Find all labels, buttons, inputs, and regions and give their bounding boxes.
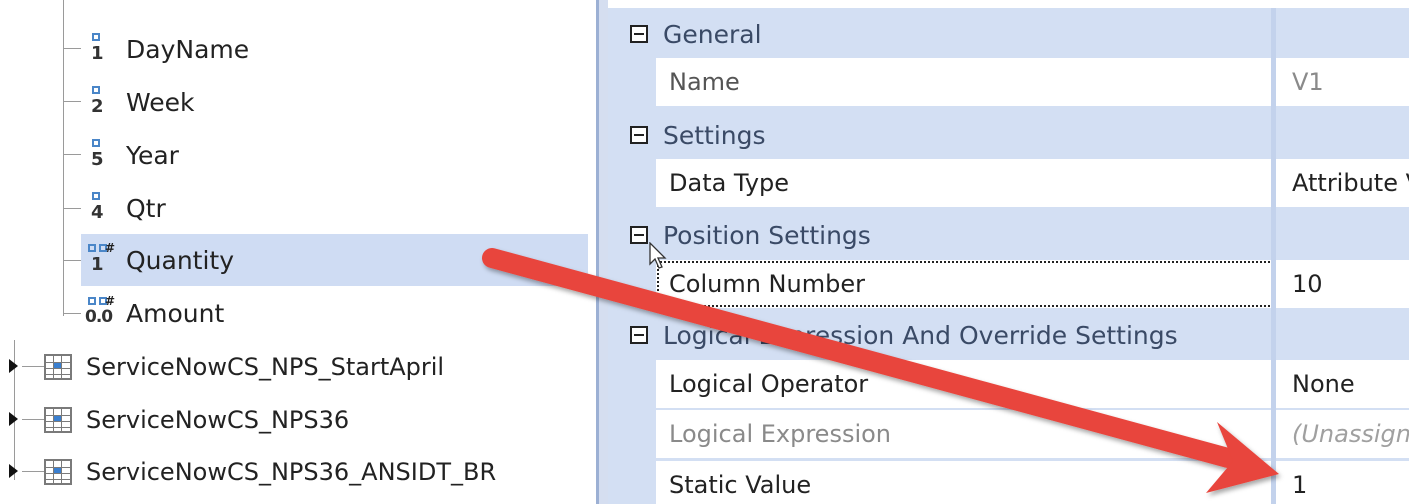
tree-item-table-nps36[interactable]: ServiceNowCS_NPS36 — [44, 394, 584, 446]
property-row-data-type[interactable]: Data Type Attribute V — [656, 159, 1409, 207]
table-icon — [44, 459, 72, 485]
pane-splitter[interactable] — [596, 0, 608, 504]
property-name: Data Type — [669, 169, 790, 197]
property-value[interactable]: None — [1292, 360, 1409, 408]
property-value[interactable]: Attribute V — [1292, 159, 1409, 207]
tree-item-label: DayName — [126, 34, 250, 64]
property-name: Column Number — [656, 260, 1274, 308]
property-name: Logical Operator — [669, 370, 869, 398]
category-settings[interactable]: Settings — [608, 111, 1409, 159]
property-row-name[interactable]: Name V1 — [656, 58, 1409, 106]
expand-arrow-icon[interactable] — [9, 412, 18, 426]
tree-connector — [63, 313, 81, 314]
tree-connector — [22, 419, 44, 420]
tree-item-week[interactable]: 2 Week — [88, 76, 508, 128]
tree-item-label: Qtr — [126, 193, 166, 223]
tree-connector — [63, 260, 81, 261]
tree-item-label: Week — [126, 87, 195, 117]
tree-connector — [22, 471, 44, 472]
tree-item-year[interactable]: 5 Year — [88, 129, 508, 181]
tree-connector — [63, 101, 81, 102]
category-title: Position Settings — [663, 220, 871, 250]
collapse-icon[interactable] — [630, 126, 648, 144]
property-value[interactable]: 10 — [1292, 260, 1409, 308]
numeric-field-icon: 5 — [88, 137, 114, 173]
property-row-column-number[interactable]: Column Number 10 — [656, 260, 1409, 308]
field-tree: 3 1 DayName 2 Week 5 Year 4 Qtr #1 Quant… — [0, 0, 596, 504]
numeric-field-icon: 1 — [88, 31, 114, 67]
category-title: General — [663, 19, 762, 49]
category-title: Settings — [663, 120, 766, 150]
expand-arrow-icon[interactable] — [9, 359, 18, 373]
tree-item-label: ServiceNowCS_NPS36 — [86, 406, 350, 434]
property-row-logical-operator[interactable]: Logical Operator None — [656, 360, 1409, 408]
tree-item-table-startapril[interactable]: ServiceNowCS_NPS_StartApril — [44, 341, 584, 393]
property-name: Name — [669, 68, 740, 96]
category-position-settings[interactable]: Position Settings — [608, 211, 1409, 259]
category-general[interactable]: General — [608, 10, 1409, 58]
integer-measure-icon: #1 — [88, 241, 115, 278]
tree-item-table-ansidt[interactable]: ServiceNowCS_NPS36_ANSIDT_BR — [44, 446, 584, 498]
tree-item-label: Amount — [126, 298, 225, 328]
property-value[interactable]: (Unassign — [1292, 410, 1409, 458]
tree-item-label: ServiceNowCS_NPS_StartApril — [86, 353, 445, 381]
tree-item-label: Quantity — [126, 245, 235, 275]
table-icon — [44, 407, 72, 433]
collapse-icon[interactable] — [630, 25, 648, 43]
column-splitter[interactable] — [1271, 8, 1276, 504]
mouse-pointer-icon — [649, 242, 667, 269]
expand-arrow-icon[interactable] — [9, 464, 18, 478]
collapse-icon[interactable] — [630, 226, 648, 244]
tree-item-label: ServiceNowCS_NPS36_ANSIDT_BR — [86, 458, 497, 486]
table-icon — [44, 354, 72, 380]
property-row-logical-expression[interactable]: Logical Expression (Unassign — [656, 410, 1409, 458]
numeric-field-icon: 2 — [88, 84, 114, 120]
tree-connector — [63, 48, 81, 49]
property-name: Static Value — [669, 471, 812, 499]
category-logical-expression[interactable]: Logical Expression And Override Settings — [608, 311, 1409, 359]
property-value[interactable]: 1 — [1292, 461, 1409, 504]
tree-item-qtr[interactable]: 4 Qtr — [88, 182, 508, 234]
property-row-static-value[interactable]: Static Value 1 — [656, 461, 1409, 504]
numeric-field-icon: 3 — [88, 0, 114, 6]
tree-item-dayname[interactable]: 1 DayName — [88, 23, 508, 75]
tree-connector — [63, 208, 81, 209]
tree-item-label: Year — [126, 140, 179, 170]
category-title: Logical Expression And Override Settings — [663, 320, 1178, 350]
property-value[interactable]: V1 — [1292, 58, 1409, 106]
property-name: Logical Expression — [669, 420, 892, 448]
collapse-icon[interactable] — [630, 326, 648, 344]
tree-connector — [22, 366, 44, 367]
tree-item-amount[interactable]: #0.0 Amount — [85, 287, 508, 339]
tree-item-quantity[interactable]: #1 Quantity — [81, 234, 588, 286]
tree-connector — [63, 154, 81, 155]
property-grid: General Name V1 Settings Data Type Attri… — [608, 8, 1409, 504]
decimal-measure-icon: #0.0 — [85, 294, 116, 327]
numeric-field-icon: 4 — [88, 190, 114, 226]
